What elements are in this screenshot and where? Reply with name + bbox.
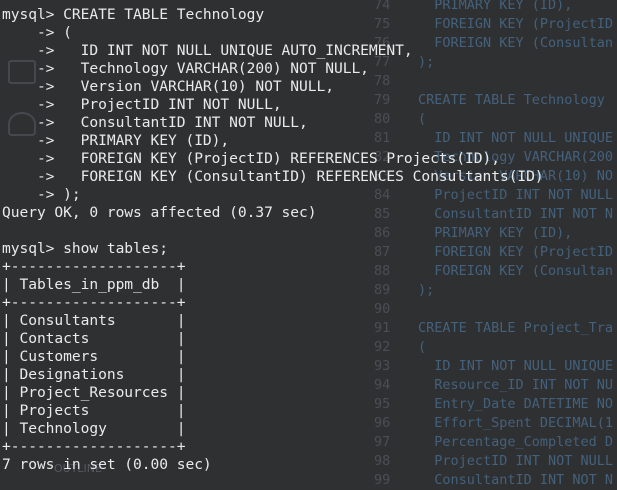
terminal-line: -> ( bbox=[2, 24, 72, 41]
terminal-line: -> ConsultantID INT NOT NULL, bbox=[2, 114, 308, 131]
terminal-line: | Customers | bbox=[2, 348, 186, 365]
terminal-line: -> ID INT NOT NULL UNIQUE AUTO_INCREMENT… bbox=[2, 42, 413, 59]
terminal-line: +-------------------+ bbox=[2, 258, 186, 275]
terminal-line: +-------------------+ bbox=[2, 294, 186, 311]
terminal-line: | Technology | bbox=[2, 420, 186, 437]
terminal-line: -> Version VARCHAR(10) NOT NULL, bbox=[2, 78, 334, 95]
terminal-line: -> ); bbox=[2, 186, 81, 203]
terminal-line: -> PRIMARY KEY (ID), bbox=[2, 132, 230, 149]
terminal-line: Query OK, 0 rows affected (0.37 sec) bbox=[2, 204, 317, 221]
terminal-line: 7 rows in set (0.00 sec) bbox=[2, 456, 212, 473]
terminal-line: -> FOREIGN KEY (ProjectID) REFERENCES Pr… bbox=[2, 150, 500, 167]
terminal-line: mysql> show tables; bbox=[2, 240, 168, 257]
mysql-terminal-output[interactable]: mysql> CREATE TABLE Technology -> ( -> I… bbox=[0, 6, 617, 478]
terminal-line: | Tables_in_ppm_db | bbox=[2, 276, 186, 293]
terminal-line: mysql> CREATE TABLE Technology bbox=[2, 6, 265, 23]
terminal-line: | Contacts | bbox=[2, 330, 186, 347]
terminal-line: | Projects | bbox=[2, 402, 186, 419]
terminal-line: | Project_Resources | bbox=[2, 384, 186, 401]
terminal-line: | Designations | bbox=[2, 366, 186, 383]
terminal-line: -> ProjectID INT NOT NULL, bbox=[2, 96, 282, 113]
terminal-line: -> Technology VARCHAR(200) NOT NULL, bbox=[2, 60, 369, 77]
terminal-line: | Consultants | bbox=[2, 312, 186, 329]
terminal-line: -> FOREIGN KEY (ConsultantID) REFERENCES… bbox=[2, 168, 544, 185]
terminal-line: +-------------------+ bbox=[2, 438, 186, 455]
